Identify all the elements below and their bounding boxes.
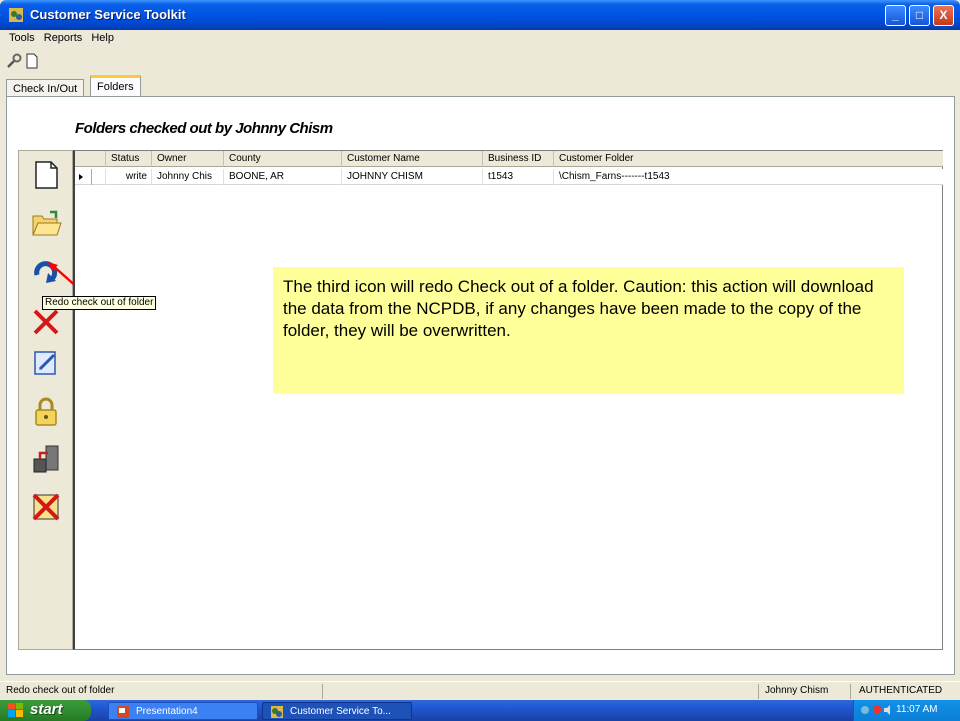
tab-check-in-out[interactable]: Check In/Out	[6, 79, 85, 96]
status-message: Redo check out of folder	[6, 685, 115, 696]
menu-bar: Tools Reports Help	[0, 30, 960, 47]
grid-header: Status Owner County Customer Name Busine…	[75, 151, 943, 167]
folder-transfer-icon[interactable]	[30, 443, 62, 475]
cell-customer-folder: \Chism_Farns-------t1543	[553, 169, 938, 185]
taskbar-item-customer-service[interactable]: Customer Service To...	[262, 702, 412, 720]
cell-status: write	[105, 169, 151, 185]
callout-text: The third icon will redo Check out of a …	[283, 277, 874, 340]
clock: 11:07 AM	[896, 704, 938, 715]
taskbar-item-label: Presentation4	[136, 706, 198, 717]
title-bar: Customer Service Toolkit _ □ X	[0, 0, 960, 30]
row-selector-icon	[79, 174, 83, 180]
column-header-county[interactable]: County	[223, 151, 341, 167]
taskbar-item-presentation[interactable]: Presentation4	[108, 702, 258, 720]
page-title: Folders checked out by Johnny Chism	[75, 120, 333, 137]
new-document-icon[interactable]	[30, 159, 62, 191]
shield-icon[interactable]	[872, 704, 882, 716]
window-title: Customer Service Toolkit	[30, 7, 186, 22]
cancel-icon[interactable]	[30, 491, 62, 523]
column-header-owner[interactable]: Owner	[151, 151, 223, 167]
cell-business-id: t1543	[482, 169, 553, 185]
tab-folders[interactable]: Folders	[90, 75, 141, 97]
status-bar: Redo check out of folder Johnny Chism AU…	[0, 681, 960, 700]
menu-reports[interactable]: Reports	[41, 30, 86, 44]
speaker-icon[interactable]	[883, 704, 893, 716]
windows-flag-icon	[8, 703, 23, 717]
tooltip: Redo check out of folder	[42, 296, 157, 310]
column-header-status[interactable]: Status	[105, 151, 151, 167]
powerpoint-icon	[117, 706, 129, 718]
tools-icon[interactable]	[6, 53, 22, 69]
table-row[interactable]: write Johnny Chis BOONE, AR JOHNNY CHISM…	[75, 169, 943, 185]
column-header-customer-name[interactable]: Customer Name	[341, 151, 482, 167]
menu-help[interactable]: Help	[88, 30, 117, 44]
network-icon[interactable]	[860, 704, 870, 716]
app-icon	[271, 706, 283, 718]
toolbar	[0, 47, 960, 74]
taskbar-item-label: Customer Service To...	[290, 706, 391, 717]
new-document-icon[interactable]	[24, 53, 40, 69]
taskbar: start Presentation4 Customer Service To.…	[0, 700, 960, 721]
folders-grid: Status Owner County Customer Name Busine…	[73, 150, 943, 650]
cell-customer-name: JOHNNY CHISM	[341, 169, 482, 185]
close-button[interactable]: X	[933, 5, 954, 26]
delete-icon[interactable]	[30, 306, 62, 338]
lock-icon[interactable]	[30, 396, 62, 428]
open-folder-icon[interactable]	[30, 208, 62, 240]
status-empty	[322, 684, 758, 699]
column-header-business-id[interactable]: Business ID	[482, 151, 553, 167]
action-sidebar	[18, 150, 73, 650]
system-tray: 11:07 AM	[853, 700, 960, 721]
edit-document-icon[interactable]	[30, 347, 62, 379]
column-header-customer-folder[interactable]: Customer Folder	[553, 151, 938, 167]
cell-county: BOONE, AR	[223, 169, 341, 185]
minimize-button[interactable]: _	[885, 5, 906, 26]
callout-box: The third icon will redo Check out of a …	[273, 267, 904, 394]
start-button[interactable]: start	[0, 700, 91, 721]
status-user: Johnny Chism	[758, 684, 850, 699]
cell-owner: Johnny Chis	[151, 169, 223, 185]
app-icon	[9, 8, 23, 22]
status-auth: AUTHENTICATED	[850, 684, 958, 699]
menu-tools[interactable]: Tools	[0, 30, 38, 44]
maximize-button[interactable]: □	[909, 5, 930, 26]
start-label: start	[30, 701, 63, 718]
